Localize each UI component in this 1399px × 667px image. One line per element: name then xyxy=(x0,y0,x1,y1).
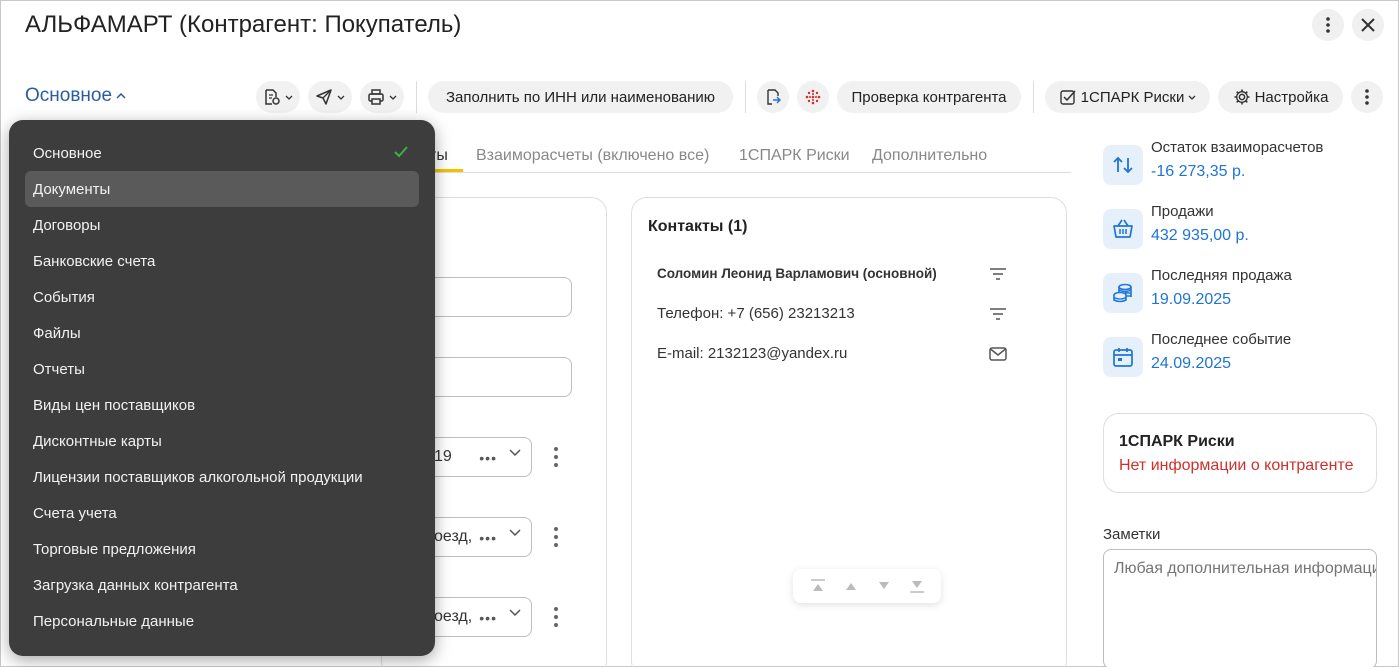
stat-balance-label: Остаток взаиморасчетов xyxy=(1151,139,1324,156)
spark-dots-icon xyxy=(805,89,821,105)
envelope-icon[interactable] xyxy=(988,346,1008,362)
stat-last-event-label: Последнее событие xyxy=(1151,331,1292,348)
menu-item-data-import[interactable]: Загрузка данных контрагента xyxy=(25,567,419,603)
field-3-value: 19 xyxy=(434,448,452,465)
more-dots-icon[interactable]: ••• xyxy=(479,530,497,546)
tab-spark-risks[interactable]: 1СПАРК Риски xyxy=(739,147,850,165)
window-title: АЛЬФАМАРТ (Контрагент: Покупатель) xyxy=(25,11,462,38)
chevron-down-icon[interactable] xyxy=(509,529,521,537)
filter-lines-icon[interactable] xyxy=(988,266,1008,282)
section-selector[interactable]: Основное xyxy=(25,85,126,107)
toolbar-divider xyxy=(1033,81,1034,113)
vertical-dots-icon[interactable] xyxy=(549,525,563,549)
scroll-down-icon[interactable] xyxy=(876,579,892,593)
section-dropdown-menu: Основное Документы Договоры Банковские с… xyxy=(9,120,435,656)
menu-item-personal-data[interactable]: Персональные данные xyxy=(25,603,419,639)
print-button[interactable] xyxy=(360,81,404,113)
tab-additional[interactable]: Дополнительно xyxy=(872,147,987,165)
tab-settlements[interactable]: Взаиморасчеты (включено все) xyxy=(476,147,709,165)
toolbar-divider xyxy=(745,81,746,113)
checkbox-icon xyxy=(1059,90,1076,105)
more-menu-button[interactable] xyxy=(1312,9,1344,41)
basket-icon xyxy=(1103,209,1143,249)
chevron-down-icon xyxy=(337,95,345,100)
chevron-down-icon xyxy=(389,95,397,100)
tab-bar: ты Взаиморасчеты (включено все) 1СПАРК Р… xyxy=(421,141,1071,173)
close-button[interactable] xyxy=(1352,9,1384,41)
stat-balance-value[interactable]: -16 273,35 р. xyxy=(1151,163,1245,181)
scroll-to-bottom-icon[interactable] xyxy=(909,579,925,593)
section-selector-label: Основное xyxy=(25,85,113,106)
stat-last-sale-label: Последняя продажа xyxy=(1151,267,1292,284)
notes-label: Заметки xyxy=(1103,526,1161,543)
scroll-to-top-icon[interactable] xyxy=(810,579,826,593)
filter-lines-icon[interactable] xyxy=(988,306,1008,322)
printer-icon xyxy=(368,89,384,105)
field-5-value: оезд, xyxy=(434,608,473,625)
stat-sales-value[interactable]: 432 935,00 р. xyxy=(1151,227,1249,245)
calendar-icon xyxy=(1103,337,1143,377)
spark-risks-label: 1СПАРК Риски xyxy=(1080,88,1185,106)
menu-item-supplier-price-types[interactable]: Виды цен поставщиков xyxy=(25,387,419,423)
spark-risks-card[interactable]: 1СПАРК Риски Нет информации о контрагент… xyxy=(1103,413,1377,493)
stat-last-event-value[interactable]: 24.09.2025 xyxy=(1151,355,1231,373)
contact-person[interactable]: Соломин Леонид Варламович (основной) xyxy=(657,266,937,281)
toolbar-divider xyxy=(416,81,417,113)
spark-indicator-button[interactable] xyxy=(797,81,829,113)
more-dots-icon[interactable]: ••• xyxy=(479,450,497,466)
vertical-dots-icon xyxy=(1365,89,1369,105)
vertical-dots-icon xyxy=(1326,17,1330,33)
notes-input[interactable] xyxy=(1103,549,1377,667)
menu-item-alcohol-licenses[interactable]: Лицензии поставщиков алкогольной продукц… xyxy=(25,459,419,495)
stat-last-sale-value[interactable]: 19.09.2025 xyxy=(1151,291,1231,309)
send-button[interactable] xyxy=(308,81,352,113)
fill-by-inn-button[interactable]: Заполнить по ИНН или наименованию xyxy=(428,81,733,113)
chevron-down-icon xyxy=(1188,95,1196,100)
scroll-up-icon[interactable] xyxy=(843,579,859,593)
arrows-swap-icon xyxy=(1103,145,1143,185)
settings-label: Настройка xyxy=(1254,88,1329,106)
chevron-down-icon[interactable] xyxy=(509,609,521,617)
menu-item-reports[interactable]: Отчеты xyxy=(25,351,419,387)
spark-risks-title: 1СПАРК Риски xyxy=(1119,433,1235,450)
check-counterparty-button[interactable]: Проверка контрагента xyxy=(837,81,1021,113)
menu-item-contracts[interactable]: Договоры xyxy=(25,207,419,243)
menu-item-discount-cards[interactable]: Дисконтные карты xyxy=(25,423,419,459)
edo-button[interactable] xyxy=(757,81,789,113)
scroll-navigation xyxy=(793,569,941,603)
vertical-dots-icon[interactable] xyxy=(549,445,563,469)
menu-item-events[interactable]: События xyxy=(25,279,419,315)
menu-item-files[interactable]: Файлы xyxy=(25,315,419,351)
contact-email[interactable]: E-mail: 2132123@yandex.ru xyxy=(657,345,847,362)
create-based-on-button[interactable] xyxy=(256,81,300,113)
document-transfer-icon xyxy=(767,89,781,105)
more-dots-icon[interactable]: ••• xyxy=(479,610,497,626)
send-icon xyxy=(316,89,332,105)
chevron-down-icon xyxy=(285,95,293,100)
document-gear-icon xyxy=(265,89,280,105)
spark-risks-button[interactable]: 1СПАРК Риски xyxy=(1045,81,1210,113)
menu-item-bank-accounts[interactable]: Банковские счета xyxy=(25,243,419,279)
toolbar-more-button[interactable] xyxy=(1351,81,1383,113)
contacts-title: Контакты (1) xyxy=(648,218,748,235)
menu-item-main[interactable]: Основное xyxy=(25,135,419,171)
field-4-value: оезд, xyxy=(434,528,473,545)
stat-sales-label: Продажи xyxy=(1151,203,1214,220)
close-icon xyxy=(1361,18,1375,32)
spark-risks-message: Нет информации о контрагенте xyxy=(1119,457,1354,474)
chevron-down-icon[interactable] xyxy=(509,449,521,457)
menu-item-trade-offers[interactable]: Торговые предложения xyxy=(25,531,419,567)
check-icon xyxy=(394,146,408,158)
coins-icon xyxy=(1103,273,1143,313)
settings-button[interactable]: Настройка xyxy=(1218,81,1343,113)
gear-icon xyxy=(1234,89,1250,105)
menu-item-accounting-accounts[interactable]: Счета учета xyxy=(25,495,419,531)
contact-phone[interactable]: Телефон: +7 (656) 23213213 xyxy=(657,305,855,322)
vertical-dots-icon[interactable] xyxy=(549,605,563,629)
menu-item-label: Основное xyxy=(33,144,102,162)
chevron-up-icon xyxy=(116,93,126,99)
menu-item-documents[interactable]: Документы xyxy=(25,171,419,207)
